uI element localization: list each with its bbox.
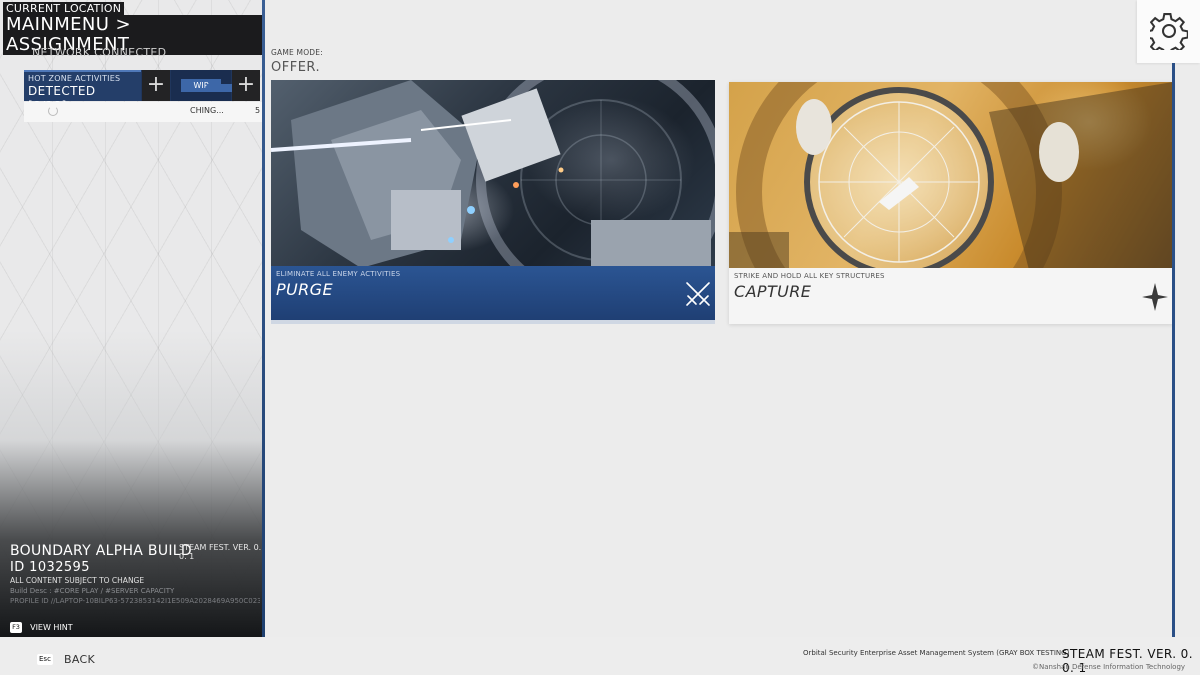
wip-label: WIP [181,79,221,92]
hot-zone-subtitle: HOT ZONE ACTIVITIES [28,74,121,83]
settings-button[interactable] [1137,0,1200,63]
hot-zone-add-button[interactable]: + [142,70,170,101]
hot-zone-item-value: 5 [255,106,261,115]
loading-spinner-icon [48,106,58,116]
build-profile-id: PROFILE ID //LAPTOP-10BILP63-5723853142I… [10,597,260,605]
plus-icon: + [236,72,256,97]
purge-mode-card[interactable]: ELIMINATE ALL ENEMY ACTIVITIES PURGE [271,80,715,324]
left-panel-divider [262,0,265,637]
esc-key-icon: Esc [37,654,53,665]
game-mode-value: OFFER. [271,60,321,75]
footer-copyright: ©Nanshan Defense Information Technology [1032,663,1186,671]
left-panel: CURRENT LOCATION MAINMENU > ASSIGNMENT N… [0,0,262,637]
bottom-bar: Esc BACK Orbital Security Enterprise Ass… [0,637,1200,675]
build-version: STEAM FEST. VER. 0. 0. 1 [179,543,262,561]
right-divider [1172,63,1175,637]
build-title: BOUNDARY ALPHA BUILD [10,543,192,559]
back-button[interactable]: Esc BACK [37,649,95,666]
view-hint-label: VIEW HINT [30,623,73,632]
capture-title: CAPTURE [734,282,812,301]
wip-indicator: WIP [171,70,231,101]
hot-zone-bar: HOT ZONE ACTIVITIES DETECTED [0/10] + WI… [24,70,260,113]
footer-system-name: Orbital Security Enterprise Asset Manage… [803,649,1070,657]
game-mode-label: GAME MODE: [271,48,323,57]
hot-zone-add-button-2[interactable]: + [232,70,260,101]
purge-subtitle: ELIMINATE ALL ENEMY ACTIVITIES [276,270,401,278]
four-point-star-icon [1141,282,1169,316]
network-status: NETWORK CONNECTED [32,46,167,59]
build-desc: Build Desc : #CORE PLAY / #SERVER CAPACI… [10,587,175,595]
purge-title: PURGE [276,280,333,299]
plus-icon: + [146,72,166,97]
purge-artwork [271,80,715,305]
hot-zone-info[interactable]: HOT ZONE ACTIVITIES DETECTED [0/10] [24,70,141,113]
build-id: ID 1032595 [10,560,90,575]
space-station-illustration [729,82,1173,324]
capture-artwork [729,82,1173,324]
hot-zone-item-name: CHING... [190,106,224,115]
hot-zone-list-item[interactable]: CHING... 5 [24,102,262,122]
build-info: BOUNDARY ALPHA BUILD STEAM FEST. VER. 0.… [0,537,262,637]
gear-icon [1150,13,1188,50]
capture-card-footer: STRIKE AND HOLD ALL KEY STRUCTURES CAPTU… [729,268,1173,324]
purge-card-footer: ELIMINATE ALL ENEMY ACTIVITIES PURGE [271,266,715,324]
build-note: ALL CONTENT SUBJECT TO CHANGE [10,576,145,585]
f3-key-icon: F3 [10,622,22,633]
crossed-swords-icon [684,280,712,312]
capture-subtitle: STRIKE AND HOLD ALL KEY STRUCTURES [734,272,885,280]
space-battle-illustration [271,80,715,305]
capture-mode-card[interactable]: STRIKE AND HOLD ALL KEY STRUCTURES CAPTU… [729,82,1173,324]
back-label: BACK [64,653,95,666]
view-hint-button[interactable]: F3 VIEW HINT [10,617,73,633]
